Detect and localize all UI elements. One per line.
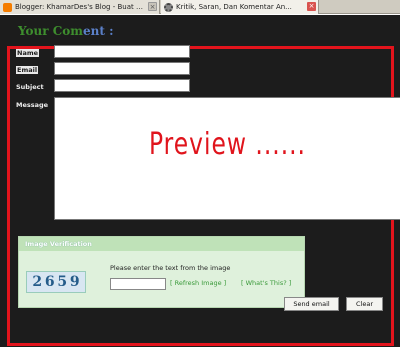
subject-field[interactable] bbox=[54, 79, 190, 92]
browser-tab-kritik[interactable]: Kritik, Saran, Dan Komentar An... × bbox=[161, 0, 319, 14]
contact-form: Name Email Subject Message Preview .....… bbox=[16, 43, 400, 326]
captcha-char: 5 bbox=[57, 274, 68, 290]
captcha-char: 6 bbox=[44, 274, 55, 290]
captcha-char: 9 bbox=[69, 274, 80, 290]
captcha-char: 2 bbox=[32, 274, 43, 290]
heading-tail: ent : bbox=[83, 24, 114, 38]
preview-text: Preview ...... bbox=[149, 127, 306, 163]
email-field[interactable] bbox=[54, 62, 190, 75]
verification-instruction: Please enter the text from the image bbox=[110, 264, 231, 272]
tab-label: Kritik, Saran, Dan Komentar An... bbox=[176, 3, 292, 11]
tab-label: Blogger: KhamarDes's Blog - Buat Entri bbox=[15, 3, 153, 11]
verification-title: Image Verification bbox=[19, 237, 304, 251]
heading-main: Your Com bbox=[18, 24, 84, 38]
captcha-image: 2 6 5 9 bbox=[26, 271, 86, 293]
subject-label: Subject bbox=[16, 83, 44, 91]
loading-icon bbox=[164, 2, 173, 12]
page-title: Your Coment : bbox=[18, 24, 114, 38]
name-field[interactable] bbox=[54, 45, 190, 58]
refresh-image-link[interactable]: [ Refresh Image ] bbox=[170, 279, 226, 287]
blogger-icon bbox=[3, 2, 12, 12]
message-textarea[interactable]: Preview ...... bbox=[54, 97, 400, 220]
close-icon[interactable]: × bbox=[148, 2, 157, 11]
image-verification-panel: Image Verification 2 6 5 9 Please enter … bbox=[18, 236, 305, 308]
send-email-button[interactable]: Send email bbox=[284, 297, 339, 311]
close-icon[interactable]: × bbox=[307, 2, 316, 11]
browser-tab-blogger[interactable]: Blogger: KhamarDes's Blog - Buat Entri × bbox=[0, 0, 160, 14]
message-label: Message bbox=[16, 101, 49, 109]
captcha-input[interactable] bbox=[110, 278, 166, 290]
whats-this-link[interactable]: [ What's This? ] bbox=[241, 279, 291, 287]
name-label: Name bbox=[16, 49, 40, 57]
clear-button[interactable]: Clear bbox=[346, 297, 383, 311]
browser-tab-strip: Blogger: KhamarDes's Blog - Buat Entri ×… bbox=[0, 0, 400, 14]
email-label: Email bbox=[16, 66, 39, 74]
